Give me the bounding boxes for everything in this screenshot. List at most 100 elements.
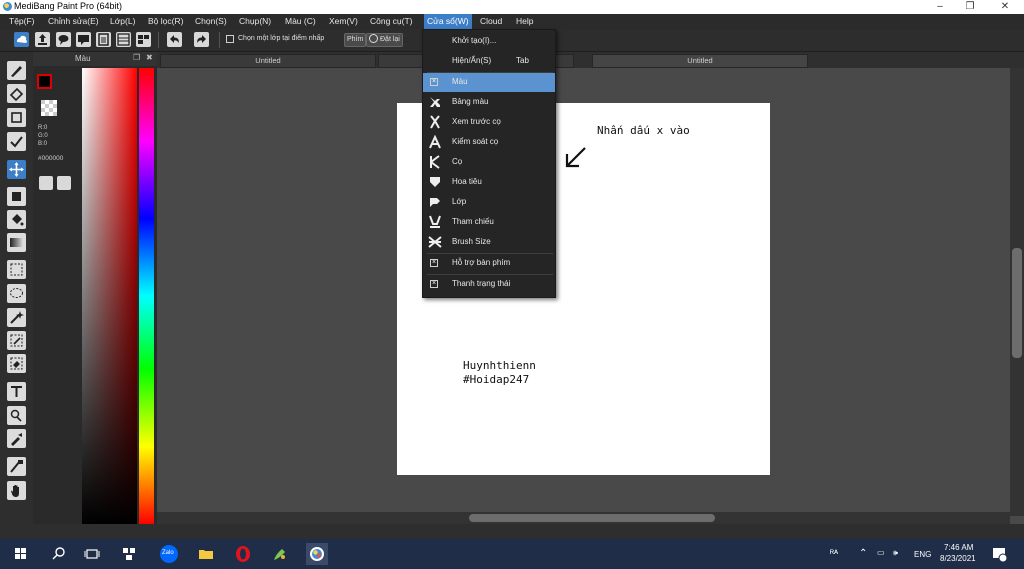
redo-icon[interactable] — [194, 32, 209, 47]
windows-start-icon[interactable] — [12, 545, 30, 563]
task-view-icon[interactable] — [83, 545, 101, 563]
hand-tool-icon[interactable] — [7, 481, 26, 500]
volume-icon[interactable]: 🕪 — [893, 548, 898, 558]
grid-settings-icon[interactable] — [136, 32, 151, 47]
select-eraser-tool-icon[interactable] — [7, 354, 26, 373]
language-indicator[interactable]: ENG — [914, 550, 931, 559]
move-tool-icon[interactable] — [7, 160, 26, 179]
menu-filter[interactable]: Bộ lọc(R) — [148, 16, 183, 26]
menu-item-color[interactable]: × Màu — [423, 73, 555, 92]
menu-tools[interactable]: Công cụ(T) — [370, 16, 413, 26]
battery-icon[interactable]: ▭ — [877, 548, 885, 557]
brush-preview-icon — [430, 115, 440, 129]
menu-edit[interactable]: Chỉnh sửa(E) — [48, 16, 99, 26]
chevron-up-icon[interactable]: ⌃ — [859, 548, 867, 559]
medibang-icon — [310, 547, 324, 561]
menu-help[interactable]: Help — [516, 16, 533, 26]
checkbox-checked-icon: × — [430, 280, 438, 288]
close-panel-icon[interactable]: ✖ — [146, 53, 153, 62]
clock-date[interactable]: 8/23/2021 — [940, 554, 976, 563]
check-tool-icon[interactable] — [7, 132, 26, 151]
operation-tool-icon[interactable] — [7, 406, 26, 425]
select-rect-tool-icon[interactable] — [7, 260, 26, 279]
menu-bar: Tệp(F) Chỉnh sửa(E) Lớp(L) Bộ lọc(R) Chọ… — [0, 14, 1024, 29]
author-tag-text: #Hoidap247 — [463, 373, 530, 386]
text-tool-icon[interactable] — [7, 382, 26, 401]
network-app-icon[interactable] — [120, 545, 138, 563]
menu-select[interactable]: Chọn(S) — [195, 16, 227, 26]
eyedropper-tool-icon[interactable] — [7, 429, 26, 448]
magic-wand-tool-icon[interactable] — [7, 308, 26, 327]
medibang-taskbar-button[interactable] — [306, 543, 328, 565]
lasso-tool-icon[interactable] — [7, 284, 26, 303]
menu-item-initialize[interactable]: Khởi tạo(I)... — [423, 32, 555, 51]
menu-item-palette[interactable]: Bảng màu — [423, 93, 555, 112]
menu-item-navigator[interactable]: Hoa tiêu — [423, 173, 555, 192]
menu-layer[interactable]: Lớp(L) — [110, 16, 135, 26]
undock-icon[interactable]: ❐ — [133, 53, 140, 62]
menu-item-brush-preview[interactable]: Xem trước cọ — [423, 113, 555, 132]
notification-icon[interactable] — [990, 545, 1008, 563]
paint-app-icon[interactable] — [271, 545, 289, 563]
divide-tool-icon[interactable] — [7, 457, 26, 476]
close-button[interactable]: ✕ — [990, 0, 1020, 14]
reset-button[interactable]: Đặt lại — [366, 33, 403, 47]
saturation-value-picker[interactable] — [82, 68, 137, 524]
bucket-tool-icon[interactable] — [7, 210, 26, 229]
hue-slider[interactable] — [139, 68, 154, 524]
rectangle-tool-icon[interactable] — [7, 108, 26, 127]
transparent-color-swatch[interactable] — [41, 100, 57, 116]
comment-icon[interactable] — [76, 32, 91, 47]
menu-capture[interactable]: Chụp(N) — [239, 16, 271, 26]
vertical-scroll-thumb[interactable] — [1012, 248, 1022, 358]
export-icon[interactable] — [35, 32, 50, 47]
menu-item-brush-control[interactable]: Kiểm soát cọ — [423, 133, 555, 152]
gradient-tool-icon[interactable] — [7, 233, 26, 252]
search-icon[interactable] — [50, 545, 68, 563]
horizontal-scrollbar[interactable] — [157, 512, 1010, 524]
palette-icon — [430, 97, 440, 107]
menu-item-layer[interactable]: Lớp — [423, 193, 555, 212]
menu-item-reference[interactable]: Tham chiếu — [423, 213, 555, 232]
horizontal-scroll-thumb[interactable] — [469, 514, 715, 522]
menu-color[interactable]: Màu (C) — [285, 16, 316, 26]
undo-icon[interactable] — [167, 32, 182, 47]
menu-window[interactable]: Cửa sổ(W) — [424, 14, 472, 29]
menu-cloud[interactable]: Cloud — [480, 16, 502, 26]
brush-tool-icon[interactable] — [7, 61, 26, 80]
eraser-tool-icon[interactable] — [7, 84, 26, 103]
tab-untitled-2[interactable]: Untitled — [592, 54, 808, 68]
menu-item-brush-size[interactable]: Brush Size — [423, 233, 555, 252]
menu-item-brush[interactable]: Cọ — [423, 153, 555, 172]
menu-item-keyboard-support[interactable]: × Hỗ trợ bàn phím — [423, 254, 555, 273]
restore-button[interactable]: ❐ — [955, 0, 985, 14]
fill-rect-tool-icon[interactable] — [7, 187, 26, 206]
zalo-icon[interactable]: Zalo — [160, 545, 178, 563]
menu-file[interactable]: Tệp(F) — [9, 16, 35, 26]
cloud-upload-icon[interactable] — [14, 32, 29, 47]
people-icon[interactable]: ᴿᴬ — [830, 548, 838, 558]
menu-view[interactable]: Xem(V) — [329, 16, 358, 26]
speech-bubble-icon[interactable] — [56, 32, 71, 47]
select-layer-checkbox[interactable] — [226, 35, 234, 43]
color-wheel-icon[interactable] — [57, 176, 71, 190]
minimize-button[interactable]: – — [925, 0, 955, 14]
file-explorer-icon[interactable] — [197, 545, 215, 563]
menu-item-label: Hoa tiêu — [452, 177, 482, 186]
palette-icon[interactable] — [39, 176, 53, 190]
checkbox-checked-icon: × — [430, 259, 438, 267]
opera-icon[interactable] — [234, 545, 252, 563]
document-icon[interactable] — [96, 32, 111, 47]
canvas-area: Untitled Untitled Nhấn dấu x vào Huynhth… — [157, 52, 1024, 524]
select-pen-tool-icon[interactable] — [7, 331, 26, 350]
vertical-scrollbar[interactable] — [1010, 68, 1024, 516]
menu-item-status-bar[interactable]: × Thanh trạng thái — [423, 275, 555, 294]
menu-item-show-hide[interactable]: Hiện/Ẩn(S) Tab — [423, 52, 555, 71]
green-value: G:0 — [38, 133, 48, 139]
clock-time[interactable]: 7:46 AM — [944, 543, 973, 552]
foreground-color-swatch[interactable] — [37, 74, 52, 89]
key-button[interactable]: Phím — [344, 33, 367, 47]
tab-untitled-1[interactable]: Untitled — [160, 54, 376, 68]
panel-layout-icon[interactable] — [116, 32, 131, 47]
blue-value: B:0 — [38, 141, 48, 147]
